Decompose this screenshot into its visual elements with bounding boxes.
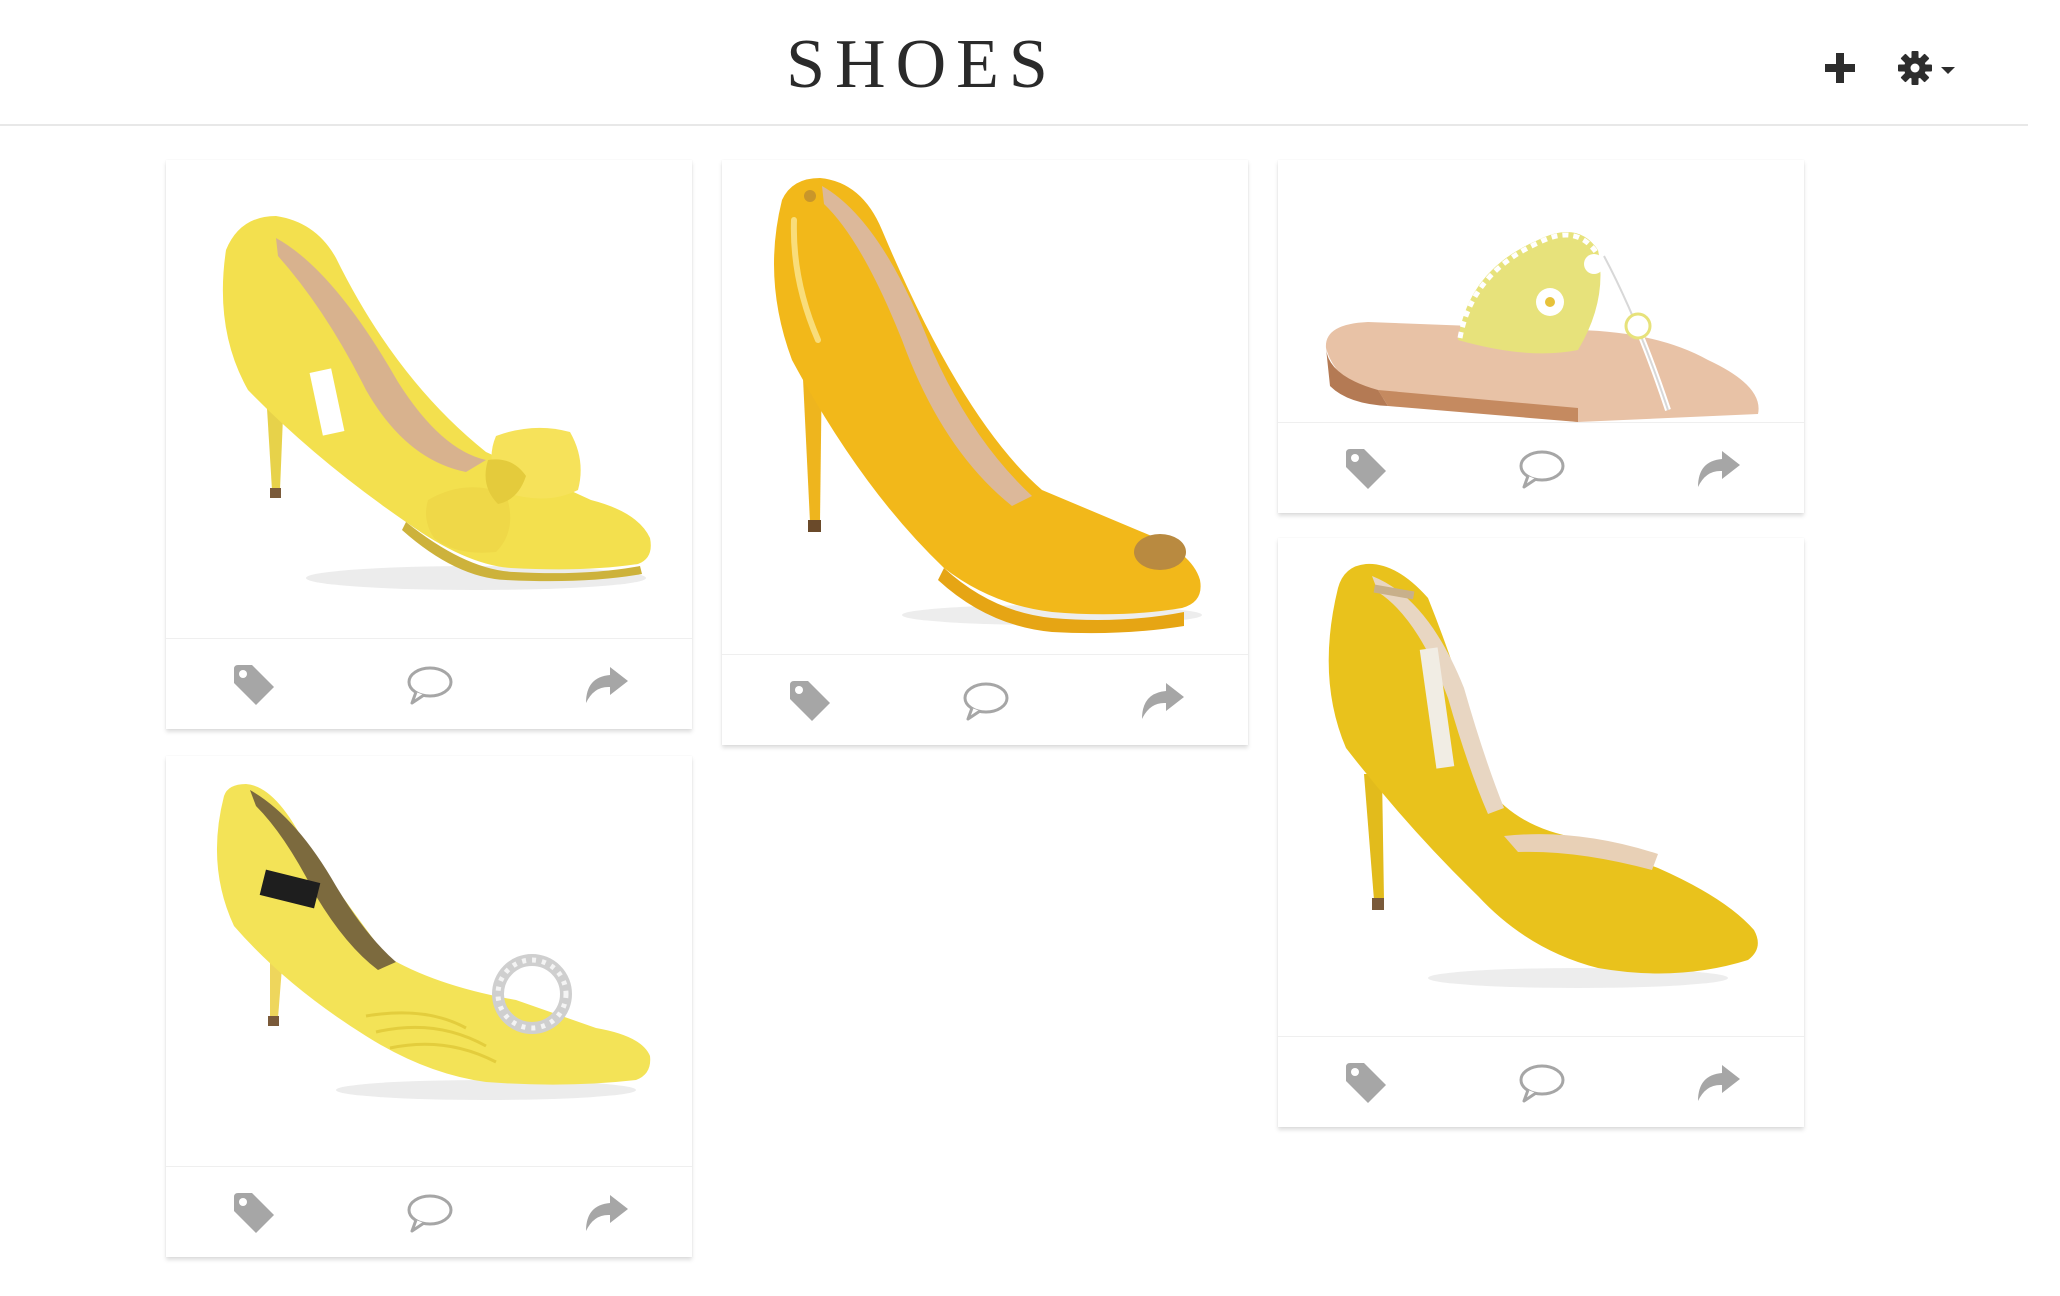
share-button[interactable] xyxy=(1690,445,1746,493)
card-actions xyxy=(1278,1036,1804,1127)
share-icon xyxy=(586,667,628,703)
tag-icon xyxy=(234,665,274,705)
plus-icon xyxy=(1825,53,1855,83)
product-card[interactable] xyxy=(166,160,692,729)
card-actions xyxy=(166,1166,692,1257)
card-actions xyxy=(1278,422,1804,513)
product-image[interactable] xyxy=(166,756,692,1166)
share-icon xyxy=(586,1195,628,1231)
top-bar: SHOES xyxy=(0,0,2028,126)
share-button[interactable] xyxy=(1134,677,1190,725)
share-icon xyxy=(1698,451,1740,487)
product-card[interactable] xyxy=(722,160,1248,745)
page-title: SHOES xyxy=(786,26,1058,103)
tag-icon xyxy=(234,1193,274,1233)
tag-button[interactable] xyxy=(782,677,838,725)
comment-icon xyxy=(963,682,1009,721)
comment-icon xyxy=(1519,450,1565,489)
tag-button[interactable] xyxy=(1338,1059,1394,1107)
add-button[interactable] xyxy=(1820,44,1860,92)
product-card[interactable] xyxy=(1278,538,1804,1127)
comment-button[interactable] xyxy=(1514,1059,1570,1107)
comment-button[interactable] xyxy=(958,677,1014,725)
comment-button[interactable] xyxy=(402,661,458,709)
product-image[interactable] xyxy=(722,160,1248,654)
product-image[interactable] xyxy=(1278,160,1804,422)
share-button[interactable] xyxy=(578,661,634,709)
comment-button[interactable] xyxy=(1514,445,1570,493)
card-actions xyxy=(166,638,692,729)
tag-icon xyxy=(1346,449,1386,489)
tag-icon xyxy=(1346,1063,1386,1103)
tag-button[interactable] xyxy=(226,1189,282,1237)
card-actions xyxy=(722,654,1248,745)
product-image[interactable] xyxy=(166,160,692,638)
settings-dropdown-button[interactable] xyxy=(1898,44,1970,92)
caret-down-icon xyxy=(1941,67,1955,74)
tag-button[interactable] xyxy=(226,661,282,709)
tag-icon xyxy=(790,681,830,721)
product-card[interactable] xyxy=(1278,160,1804,513)
comment-icon xyxy=(407,1194,453,1233)
comment-icon xyxy=(1519,1064,1565,1103)
product-card[interactable] xyxy=(166,756,692,1257)
share-icon xyxy=(1698,1065,1740,1101)
comment-icon xyxy=(407,666,453,705)
comment-button[interactable] xyxy=(402,1189,458,1237)
gear-icon xyxy=(1898,51,1932,85)
tag-button[interactable] xyxy=(1338,445,1394,493)
product-image[interactable] xyxy=(1278,538,1804,1036)
share-icon xyxy=(1142,683,1184,719)
share-button[interactable] xyxy=(578,1189,634,1237)
share-button[interactable] xyxy=(1690,1059,1746,1107)
